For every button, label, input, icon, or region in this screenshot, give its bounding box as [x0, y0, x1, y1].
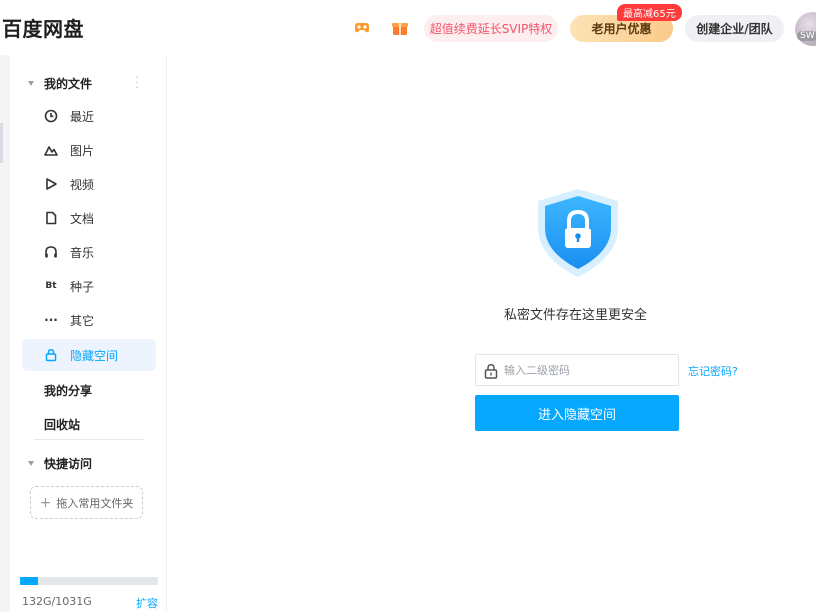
sidebar-item-others[interactable]: ··· 其它 — [22, 304, 156, 336]
sidebar-item-label: 音乐 — [70, 246, 95, 260]
svip-renew-button[interactable]: 超值续费延长SVIP特权 — [424, 15, 558, 42]
sidebar-item-music[interactable]: 音乐 — [22, 236, 156, 268]
storage-progress-fill — [20, 577, 38, 585]
avatar-label: SW — [797, 31, 816, 41]
bt-icon: Bt — [45, 281, 57, 291]
lock-icon — [44, 348, 58, 362]
plus-icon: + — [39, 494, 52, 511]
promo-badge: 最高减65元 — [617, 4, 682, 21]
my-files-label: 我的文件 — [44, 77, 93, 91]
sidebar-item-recent[interactable]: 最近 — [22, 100, 156, 132]
quick-access-drop-label: 拖入常用文件夹 — [56, 496, 134, 510]
sidebar-item-videos[interactable]: 视频 — [22, 168, 156, 200]
sidebar-item-label: 最近 — [70, 110, 95, 124]
quick-access-header[interactable]: 快捷访问 — [28, 455, 92, 472]
quick-access-label: 快捷访问 — [44, 457, 93, 471]
sidebar-item-recycle-bin[interactable]: 回收站 — [44, 416, 80, 433]
create-enterprise-button[interactable]: 创建企业/团队 — [685, 15, 784, 42]
sidebar-item-hidden-space[interactable]: 隐藏空间 — [22, 339, 156, 371]
sidebar-item-label: 其它 — [70, 314, 95, 328]
sidebar-divider — [34, 439, 144, 440]
sidebar-item-label: 文档 — [70, 212, 95, 226]
forgot-password-link[interactable]: 忘记密码? — [688, 363, 738, 379]
lock-icon — [484, 363, 498, 379]
app-logo[interactable]: 百度网盘 — [2, 13, 84, 42]
sidebar-item-torrents[interactable]: Bt 种子 — [22, 270, 156, 302]
caret-down-icon — [28, 81, 34, 86]
enter-hidden-space-button[interactable]: 进入隐藏空间 — [475, 395, 679, 431]
caret-down-icon — [28, 461, 34, 466]
sidebar-item-label: 图片 — [70, 144, 95, 158]
sidebar: 我的文件 · · · 最近 图片 视频 文档 音乐 Bt 种子 ··· 其它 隐… — [10, 55, 167, 612]
quick-access-dropzone[interactable]: + 拖入常用文件夹 — [30, 486, 143, 519]
gift-icon[interactable] — [390, 18, 410, 38]
document-icon — [44, 211, 58, 225]
sidebar-item-images[interactable]: 图片 — [22, 134, 156, 166]
top-header: 百度网盘 超值续费延长SVIP特权 老用户优惠 最高减65元 创建企业/团队 S… — [0, 0, 816, 55]
game-controller-icon[interactable] — [352, 18, 372, 38]
more-icon: ··· — [44, 313, 58, 327]
hidden-space-tagline: 私密文件存在这里更安全 — [504, 308, 648, 323]
headphones-icon — [44, 245, 58, 259]
my-files-header[interactable]: 我的文件 — [28, 75, 92, 92]
shield-lock-icon — [530, 185, 626, 281]
expand-storage-link[interactable]: 扩容 — [136, 595, 158, 611]
sidebar-item-my-share[interactable]: 我的分享 — [44, 382, 92, 399]
main-content: 私密文件存在这里更安全 忘记密码? 进入隐藏空间 — [168, 55, 816, 612]
storage-progress-bar — [20, 577, 158, 585]
play-icon — [44, 177, 58, 191]
sidebar-item-label: 种子 — [70, 280, 95, 294]
clock-icon — [44, 109, 58, 123]
image-icon — [44, 143, 58, 157]
password-input[interactable] — [504, 355, 674, 385]
sidebar-item-label: 视频 — [70, 178, 95, 192]
more-vertical-icon[interactable]: · · · — [134, 72, 140, 93]
password-field[interactable] — [475, 354, 679, 386]
left-rail — [0, 55, 10, 612]
rail-indicator — [0, 123, 3, 163]
storage-usage-text: 132G/1031G — [22, 595, 92, 608]
sidebar-item-label: 隐藏空间 — [70, 349, 119, 363]
sidebar-item-documents[interactable]: 文档 — [22, 202, 156, 234]
